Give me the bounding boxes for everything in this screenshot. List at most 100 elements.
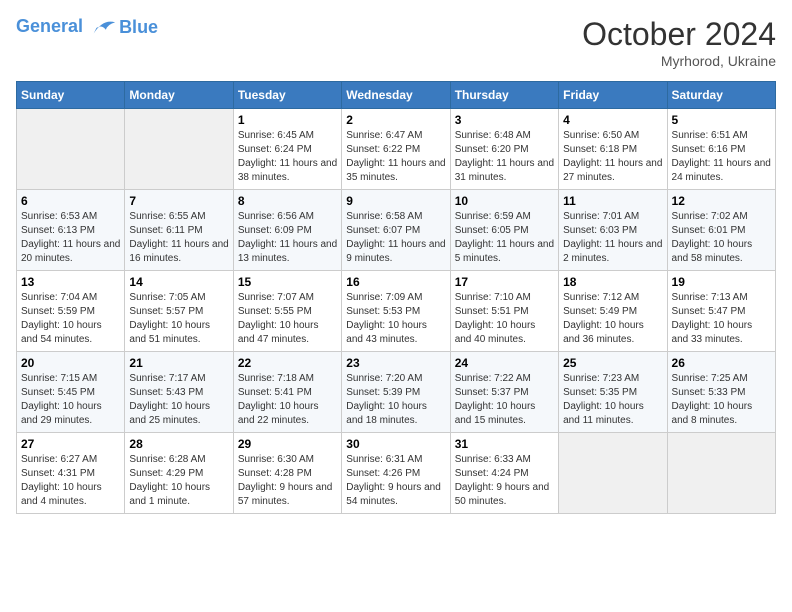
day-detail: Sunrise: 6:27 AMSunset: 4:31 PMDaylight:… [21,453,120,509]
weekday-header-wednesday: Wednesday [342,82,450,109]
calendar-cell: 20Sunrise: 7:15 AMSunset: 5:45 PMDayligh… [17,352,125,433]
day-detail: Sunrise: 7:15 AMSunset: 5:45 PMDaylight:… [21,372,120,428]
day-number: 10 [455,194,554,208]
day-number: 29 [238,437,337,451]
day-number: 25 [563,356,662,370]
day-number: 3 [455,113,554,127]
day-detail: Sunrise: 6:56 AMSunset: 6:09 PMDaylight:… [238,210,337,266]
day-number: 4 [563,113,662,127]
day-number: 23 [346,356,445,370]
day-detail: Sunrise: 7:04 AMSunset: 5:59 PMDaylight:… [21,291,120,347]
calendar-table: SundayMondayTuesdayWednesdayThursdayFrid… [16,81,776,514]
calendar-cell: 21Sunrise: 7:17 AMSunset: 5:43 PMDayligh… [125,352,233,433]
weekday-header-thursday: Thursday [450,82,558,109]
day-number: 14 [129,275,228,289]
day-detail: Sunrise: 6:28 AMSunset: 4:29 PMDaylight:… [129,453,228,509]
day-number: 28 [129,437,228,451]
calendar-week-2: 6 Sunrise: 6:53 AMSunset: 6:13 PMDaylight… [17,190,776,271]
day-detail: Sunrise: 6:51 AMSunset: 6:16 PMDaylight:… [672,129,771,185]
day-detail: Sunrise: 7:09 AMSunset: 5:53 PMDaylight:… [346,291,445,347]
calendar-cell: 4 Sunrise: 6:50 AMSunset: 6:18 PMDaylight… [559,109,667,190]
day-detail: Sunrise: 6:50 AMSunset: 6:18 PMDaylight:… [563,129,662,185]
weekday-header-friday: Friday [559,82,667,109]
title-block: October 2024 Myrhorod, Ukraine [582,16,776,69]
calendar-cell: 30 Sunrise: 6:31 AMSunset: 4:26 PMDayligh… [342,433,450,514]
calendar-cell: 2 Sunrise: 6:47 AMSunset: 6:22 PMDaylight… [342,109,450,190]
day-number: 16 [346,275,445,289]
weekday-header-saturday: Saturday [667,82,775,109]
calendar-cell: 23 Sunrise: 7:20 AMSunset: 5:39 PMDayligh… [342,352,450,433]
day-detail: Sunrise: 6:33 AMSunset: 4:24 PMDaylight:… [455,453,554,509]
day-number: 26 [672,356,771,370]
calendar-cell [17,109,125,190]
day-detail: Sunrise: 7:18 AMSunset: 5:41 PMDaylight:… [238,372,337,428]
day-detail: Sunrise: 7:05 AMSunset: 5:57 PMDaylight:… [129,291,228,347]
day-detail: Sunrise: 6:55 AMSunset: 6:11 PMDaylight:… [129,210,228,266]
calendar-cell: 27 Sunrise: 6:27 AMSunset: 4:31 PMDayligh… [17,433,125,514]
weekday-header-row: SundayMondayTuesdayWednesdayThursdayFrid… [17,82,776,109]
day-number: 12 [672,194,771,208]
day-number: 2 [346,113,445,127]
calendar-cell: 28 Sunrise: 6:28 AMSunset: 4:29 PMDayligh… [125,433,233,514]
calendar-cell: 9 Sunrise: 6:58 AMSunset: 6:07 PMDaylight… [342,190,450,271]
weekday-header-tuesday: Tuesday [233,82,341,109]
day-detail: Sunrise: 6:30 AMSunset: 4:28 PMDaylight:… [238,453,337,509]
calendar-cell: 8 Sunrise: 6:56 AMSunset: 6:09 PMDaylight… [233,190,341,271]
calendar-cell: 31 Sunrise: 6:33 AMSunset: 4:24 PMDayligh… [450,433,558,514]
calendar-body: 1Sunrise: 6:45 AMSunset: 6:24 PMDaylight… [17,109,776,514]
calendar-cell: 6 Sunrise: 6:53 AMSunset: 6:13 PMDaylight… [17,190,125,271]
calendar-cell: 10Sunrise: 6:59 AMSunset: 6:05 PMDayligh… [450,190,558,271]
calendar-week-1: 1Sunrise: 6:45 AMSunset: 6:24 PMDaylight… [17,109,776,190]
day-detail: Sunrise: 6:47 AMSunset: 6:22 PMDaylight:… [346,129,445,185]
day-number: 8 [238,194,337,208]
day-number: 27 [21,437,120,451]
calendar-cell: 5Sunrise: 6:51 AMSunset: 6:16 PMDaylight… [667,109,775,190]
day-detail: Sunrise: 6:58 AMSunset: 6:07 PMDaylight:… [346,210,445,266]
logo-bird-icon [89,16,117,38]
calendar-week-5: 27 Sunrise: 6:27 AMSunset: 4:31 PMDayligh… [17,433,776,514]
day-number: 7 [129,194,228,208]
day-detail: Sunrise: 7:23 AMSunset: 5:35 PMDaylight:… [563,372,662,428]
calendar-cell: 13 Sunrise: 7:04 AMSunset: 5:59 PMDayligh… [17,271,125,352]
day-number: 11 [563,194,662,208]
day-detail: Sunrise: 7:20 AMSunset: 5:39 PMDaylight:… [346,372,445,428]
calendar-cell: 7 Sunrise: 6:55 AMSunset: 6:11 PMDaylight… [125,190,233,271]
page-header: General Blue October 2024 Myrhorod, Ukra… [16,16,776,69]
calendar-cell: 15Sunrise: 7:07 AMSunset: 5:55 PMDayligh… [233,271,341,352]
day-number: 31 [455,437,554,451]
day-number: 24 [455,356,554,370]
calendar-cell: 29 Sunrise: 6:30 AMSunset: 4:28 PMDayligh… [233,433,341,514]
day-number: 30 [346,437,445,451]
day-detail: Sunrise: 7:17 AMSunset: 5:43 PMDaylight:… [129,372,228,428]
day-detail: Sunrise: 6:31 AMSunset: 4:26 PMDaylight:… [346,453,445,509]
calendar-cell: 1Sunrise: 6:45 AMSunset: 6:24 PMDaylight… [233,109,341,190]
day-detail: Sunrise: 7:12 AMSunset: 5:49 PMDaylight:… [563,291,662,347]
logo-general: General [16,16,83,36]
day-detail: Sunrise: 7:22 AMSunset: 5:37 PMDaylight:… [455,372,554,428]
day-number: 22 [238,356,337,370]
calendar-cell [125,109,233,190]
location: Myrhorod, Ukraine [582,53,776,69]
calendar-cell: 24 Sunrise: 7:22 AMSunset: 5:37 PMDayligh… [450,352,558,433]
logo-blue: Blue [119,17,158,38]
calendar-cell [667,433,775,514]
day-number: 18 [563,275,662,289]
day-detail: Sunrise: 7:01 AMSunset: 6:03 PMDaylight:… [563,210,662,266]
month-title: October 2024 [582,16,776,53]
calendar-cell: 14 Sunrise: 7:05 AMSunset: 5:57 PMDayligh… [125,271,233,352]
day-number: 13 [21,275,120,289]
calendar-cell: 17Sunrise: 7:10 AMSunset: 5:51 PMDayligh… [450,271,558,352]
day-detail: Sunrise: 7:07 AMSunset: 5:55 PMDaylight:… [238,291,337,347]
day-detail: Sunrise: 6:53 AMSunset: 6:13 PMDaylight:… [21,210,120,266]
calendar-cell: 26Sunrise: 7:25 AMSunset: 5:33 PMDayligh… [667,352,775,433]
day-number: 9 [346,194,445,208]
calendar-cell [559,433,667,514]
day-number: 1 [238,113,337,127]
calendar-cell: 18 Sunrise: 7:12 AMSunset: 5:49 PMDayligh… [559,271,667,352]
day-detail: Sunrise: 7:13 AMSunset: 5:47 PMDaylight:… [672,291,771,347]
day-number: 19 [672,275,771,289]
calendar-cell: 19 Sunrise: 7:13 AMSunset: 5:47 PMDayligh… [667,271,775,352]
day-number: 6 [21,194,120,208]
calendar-cell: 16 Sunrise: 7:09 AMSunset: 5:53 PMDayligh… [342,271,450,352]
calendar-week-4: 20Sunrise: 7:15 AMSunset: 5:45 PMDayligh… [17,352,776,433]
